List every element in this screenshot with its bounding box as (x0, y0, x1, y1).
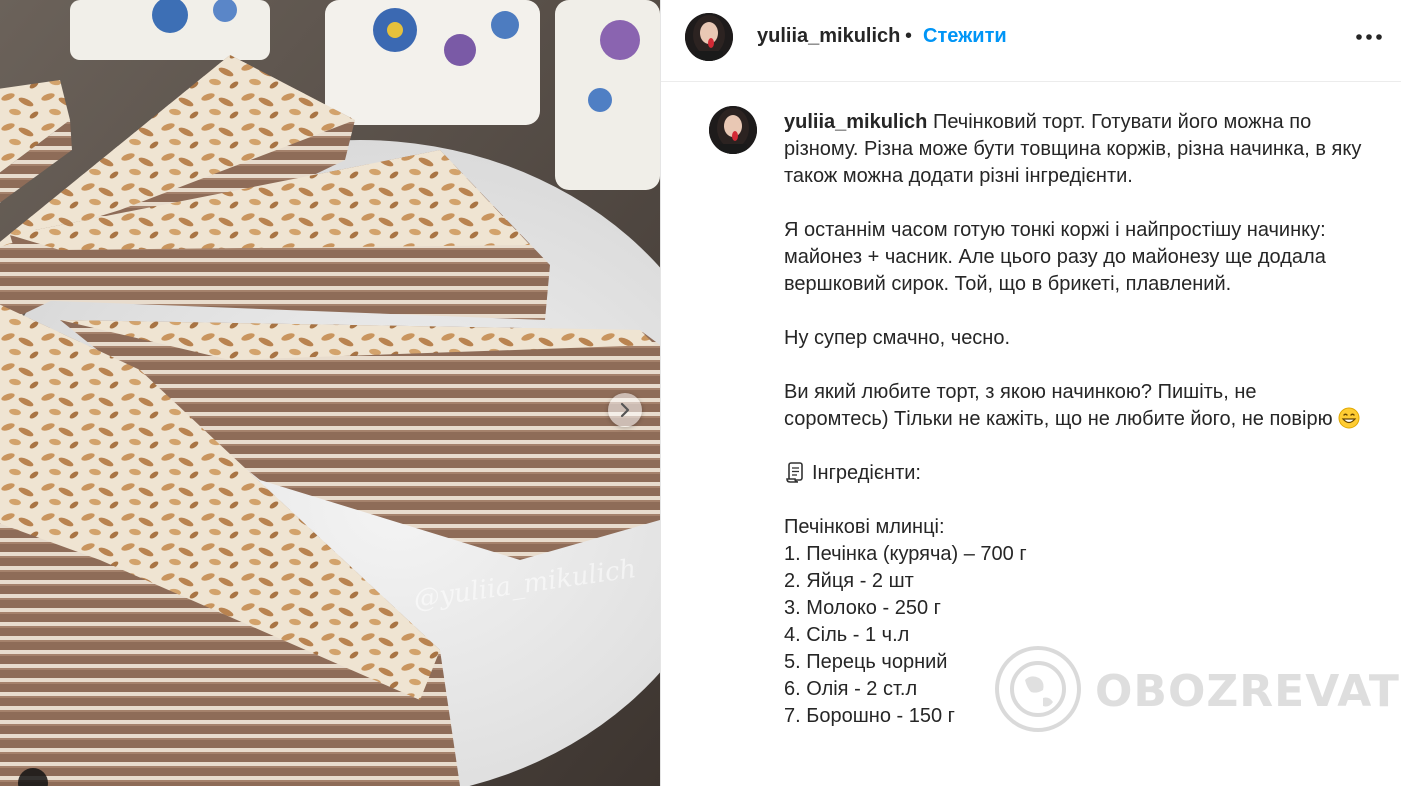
post-header: yuliia_mikulich • Стежити (661, 0, 1401, 82)
section-title: Печінкові млинці: (784, 516, 945, 538)
caption-avatar[interactable] (709, 106, 757, 154)
list-item: 6. Олія - 2 ст.л (784, 678, 918, 700)
avatar[interactable] (685, 13, 733, 61)
caption-intro: yuliia_mikulich Печінковий торт. Готуват… (784, 109, 1364, 190)
post-caption: yuliia_mikulich Печінковий торт. Готуват… (784, 109, 1364, 730)
grinning-emoji-icon (1338, 407, 1360, 429)
list-item: 7. Борошно - 150 г (784, 705, 955, 727)
post-details-panel: yuliia_mikulich • Стежити yuliia_mikulic… (660, 0, 1401, 786)
caption-paragraph-4: Ви який любите торт, з якою начинкою? Пи… (784, 379, 1364, 433)
caption-paragraph-4-text: Ви який любите торт, з якою начинкою? Пи… (784, 381, 1333, 430)
caption-paragraph-3: Ну супер смачно, чесно. (784, 327, 1011, 349)
caption-paragraph-2: Я останнім часом готую тонкі коржі і най… (784, 219, 1326, 295)
ingredients-heading: Інгредієнти: (784, 460, 1364, 487)
list-item: 5. Перець чорний (784, 651, 948, 673)
list-item: 2. Яйця - 2 шт (784, 570, 914, 592)
liver-cake-photo: @yuliia_mikulich (0, 0, 660, 786)
list-item: 4. Сіль - 1 ч.л (784, 624, 910, 646)
separator-dot: • (905, 25, 913, 47)
ingredients-title: Інгредієнти: (812, 462, 921, 484)
caption-username[interactable]: yuliia_mikulich (784, 111, 927, 133)
post-photo[interactable]: @yuliia_mikulich (0, 0, 660, 786)
list-item: 1. Печінка (куряча) – 700 г (784, 543, 1027, 565)
instagram-post-view: @yuliia_mikulich yuliia_mikulich • Стежи… (0, 0, 1401, 786)
next-photo-button[interactable] (608, 393, 642, 427)
avatar-image (709, 106, 757, 154)
scroll-emoji-icon (786, 462, 803, 483)
follow-button[interactable]: Стежити (923, 25, 1007, 48)
more-options-button[interactable] (1351, 22, 1387, 52)
header-username[interactable]: yuliia_mikulich (757, 25, 900, 48)
chevron-right-icon (620, 402, 630, 418)
more-horizontal-icon (1356, 34, 1382, 40)
avatar-image (685, 13, 733, 61)
list-item: 3. Молоко - 250 г (784, 597, 941, 619)
